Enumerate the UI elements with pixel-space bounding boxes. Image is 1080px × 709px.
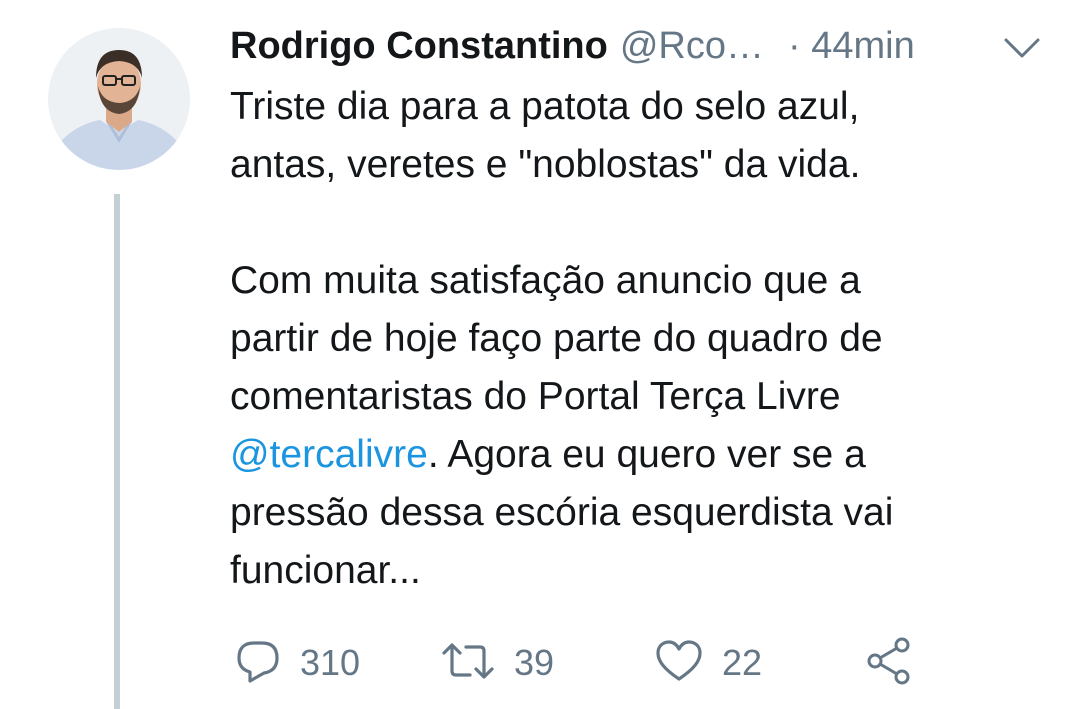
like-count: 22 <box>722 642 763 683</box>
retweet-icon <box>440 637 496 690</box>
tweet-timestamp[interactable]: · 44min <box>788 25 915 68</box>
reply-count: 310 <box>300 642 361 683</box>
retweet-button[interactable]: 39 <box>440 628 554 698</box>
author-handle[interactable]: @Rco… <box>620 25 764 68</box>
tweet-line-text: . Agora eu quero ver se a <box>427 433 866 476</box>
tweet-line: antas, veretes e "noblostas" da vida. <box>230 143 861 186</box>
avatar[interactable] <box>48 28 190 170</box>
share-icon <box>864 636 914 691</box>
heart-icon <box>654 637 704 690</box>
like-button[interactable]: 22 <box>654 628 762 698</box>
tweet-line: pressão dessa escória esquerdista vai <box>230 491 894 534</box>
mention-link[interactable]: @tercalivre <box>230 433 428 476</box>
reply-icon <box>234 637 282 690</box>
tweet-header: Rodrigo Constantino @Rco… · 44min <box>230 22 1060 70</box>
chevron-down-icon[interactable] <box>1002 30 1042 64</box>
share-button[interactable] <box>864 628 914 698</box>
author-name[interactable]: Rodrigo Constantino <box>230 25 608 68</box>
tweet-line: comentaristas do Portal Terça Livre <box>230 375 841 418</box>
tweet-line: Triste dia para a patota do selo azul, <box>230 85 860 128</box>
retweet-count: 39 <box>514 642 555 683</box>
tweet-text: Triste dia para a patota do selo azul, a… <box>230 78 1060 600</box>
tweet-line: partir de hoje faço parte do quadro de <box>230 317 883 360</box>
tweet-actions: 310 39 22 <box>230 628 1050 698</box>
reply-button[interactable]: 310 <box>234 628 360 698</box>
tweet-line: @tercalivre. Agora eu quero ver se a <box>230 426 1060 484</box>
tweet-line: funcionar... <box>230 549 421 592</box>
thread-line <box>114 194 120 709</box>
tweet-line: Com muita satisfação anuncio que a <box>230 259 861 302</box>
